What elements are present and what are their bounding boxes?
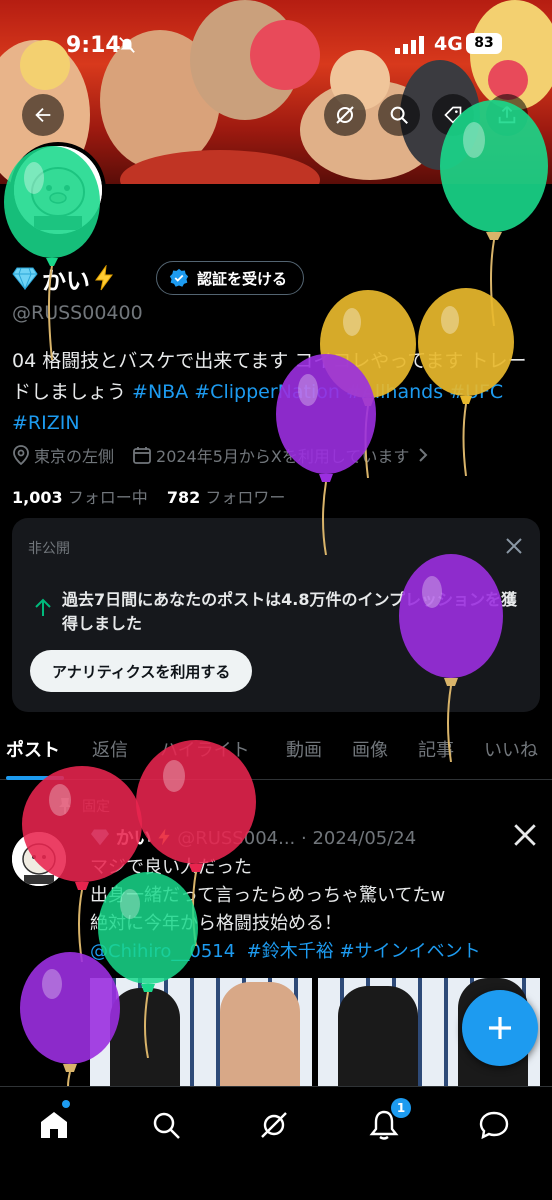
- get-verified-label: 認証を受ける: [197, 269, 288, 288]
- following-count: 1,003: [12, 488, 63, 507]
- arrow-left-icon: [35, 107, 51, 123]
- tab-images[interactable]: 画像: [352, 736, 388, 762]
- nav-home[interactable]: [34, 1105, 74, 1145]
- home-unread-dot: [62, 1100, 70, 1108]
- bottom-navigation: [0, 1086, 552, 1200]
- notification-badge: 1: [391, 1098, 411, 1118]
- get-verified-button[interactable]: 認証を受ける: [156, 261, 305, 295]
- balloon-decoration: [276, 354, 376, 555]
- post-date: · 2024/05/24: [301, 828, 417, 849]
- chat-bubble-icon: [479, 1111, 509, 1140]
- x-logo-icon: [514, 824, 536, 846]
- home-icon: [41, 1112, 67, 1138]
- bio-hashtag[interactable]: #NBA: [132, 381, 188, 403]
- signal-icon: [395, 36, 424, 54]
- tab-replies[interactable]: 返信: [92, 736, 128, 762]
- nav-search[interactable]: [146, 1105, 186, 1145]
- follow-stats: 1,003 フォロー中 782 フォロワー: [12, 484, 285, 508]
- grok-button[interactable]: [324, 94, 366, 136]
- search-icon: [153, 1112, 180, 1139]
- nav-grok[interactable]: [254, 1105, 294, 1145]
- location-pin-icon: [13, 445, 29, 465]
- bio-hashtag[interactable]: #RIZIN: [12, 412, 80, 434]
- tab-videos[interactable]: 動画: [286, 736, 322, 762]
- following-link[interactable]: 1,003 フォロー中: [12, 488, 148, 507]
- arrow-up-icon: [35, 598, 51, 616]
- post-hashtag[interactable]: #サインイベント: [340, 941, 481, 962]
- search-icon: [390, 106, 408, 124]
- followers-link[interactable]: 782 フォロワー: [167, 488, 286, 507]
- calendar-icon: [133, 447, 151, 464]
- grok-icon: [261, 1112, 287, 1138]
- battery-indicator: 83: [466, 33, 502, 54]
- status-time: 9:14: [66, 33, 121, 58]
- search-button[interactable]: [378, 94, 420, 136]
- nav-messages[interactable]: [474, 1105, 514, 1145]
- balloon-decoration: [399, 554, 503, 762]
- tab-posts[interactable]: ポスト: [6, 736, 60, 762]
- profile-location: 東京の左側: [34, 447, 115, 466]
- plus-icon: [489, 1017, 511, 1039]
- grok-icon: [336, 106, 354, 124]
- back-button[interactable]: [22, 94, 64, 136]
- following-label: フォロー中: [67, 488, 148, 507]
- verified-badge-icon: [169, 268, 189, 287]
- balloon-decoration: [20, 952, 120, 1098]
- post-hashtag[interactable]: #鈴木千裕: [247, 941, 334, 962]
- followers-count: 782: [166, 488, 201, 507]
- balloon-decoration: [4, 146, 100, 360]
- network-type: 4G: [434, 33, 463, 55]
- bell-slash-icon: [119, 37, 135, 53]
- use-analytics-button[interactable]: アナリティクスを利用する: [30, 650, 253, 692]
- balloon-decoration: [418, 288, 514, 476]
- compose-button[interactable]: [462, 990, 538, 1066]
- close-icon[interactable]: [504, 536, 524, 556]
- status-bar: 9:14 4G 83: [0, 0, 552, 90]
- private-label: 非公開: [28, 541, 70, 557]
